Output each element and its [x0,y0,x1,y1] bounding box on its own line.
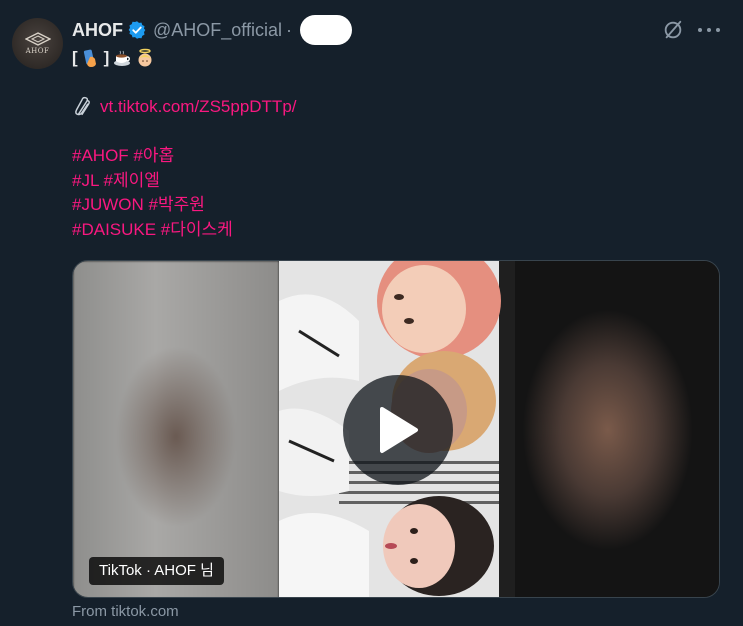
ahof-logo-icon [24,32,51,46]
tweet-header: AHOF @AHOF_official · [72,15,352,45]
coffee-emoji-icon [114,51,131,67]
bracket-open: [ [72,48,78,67]
tweet-text: [ ] vt.tiktok.com/ZS5ppDTTp/ #AHOF #아홉 #… [72,46,297,242]
hashtag-line-jl[interactable]: #JL #제이엘 [72,169,297,194]
play-button[interactable] [343,375,453,485]
hashtag-line-daisuke[interactable]: #DAISUKE #다이스케 [72,218,297,243]
tiktok-link[interactable]: vt.tiktok.com/ZS5ppDTTp/ [100,95,297,120]
play-icon [380,407,418,453]
bracket-close: ] [103,48,110,67]
paperclip-icon [75,97,90,116]
grok-icon[interactable] [662,19,684,41]
angel-emoji-icon [138,49,152,67]
redacted-timestamp [299,15,352,45]
verified-badge-icon[interactable] [127,20,147,40]
link-line: vt.tiktok.com/ZS5ppDTTp/ [72,95,297,120]
user-handle[interactable]: @AHOF_official [153,20,282,41]
selfie-hand-emoji-icon [83,49,96,68]
tweet: AHOF AHOF @AHOF_official · [ ] vt.tiktok… [0,0,743,626]
link-source-text[interactable]: From tiktok.com [72,603,179,620]
avatar[interactable]: AHOF [12,18,63,69]
hashtag-line-juwon[interactable]: #JUWON #박주원 [72,193,297,218]
video-source-label: TikTok · AHOF 님 [89,557,224,585]
hashtag-line-ahof[interactable]: #AHOF #아홉 [72,144,297,169]
video-blur-right [515,261,719,597]
header-separator: · [285,19,292,40]
video-blur-left [73,261,279,597]
avatar-logo-text: AHOF [25,47,50,55]
emoji-line: [ ] [72,46,297,71]
video-card[interactable]: TikTok · AHOF 님 [72,260,720,598]
more-options-icon[interactable] [698,20,720,40]
display-name[interactable]: AHOF [72,20,123,41]
